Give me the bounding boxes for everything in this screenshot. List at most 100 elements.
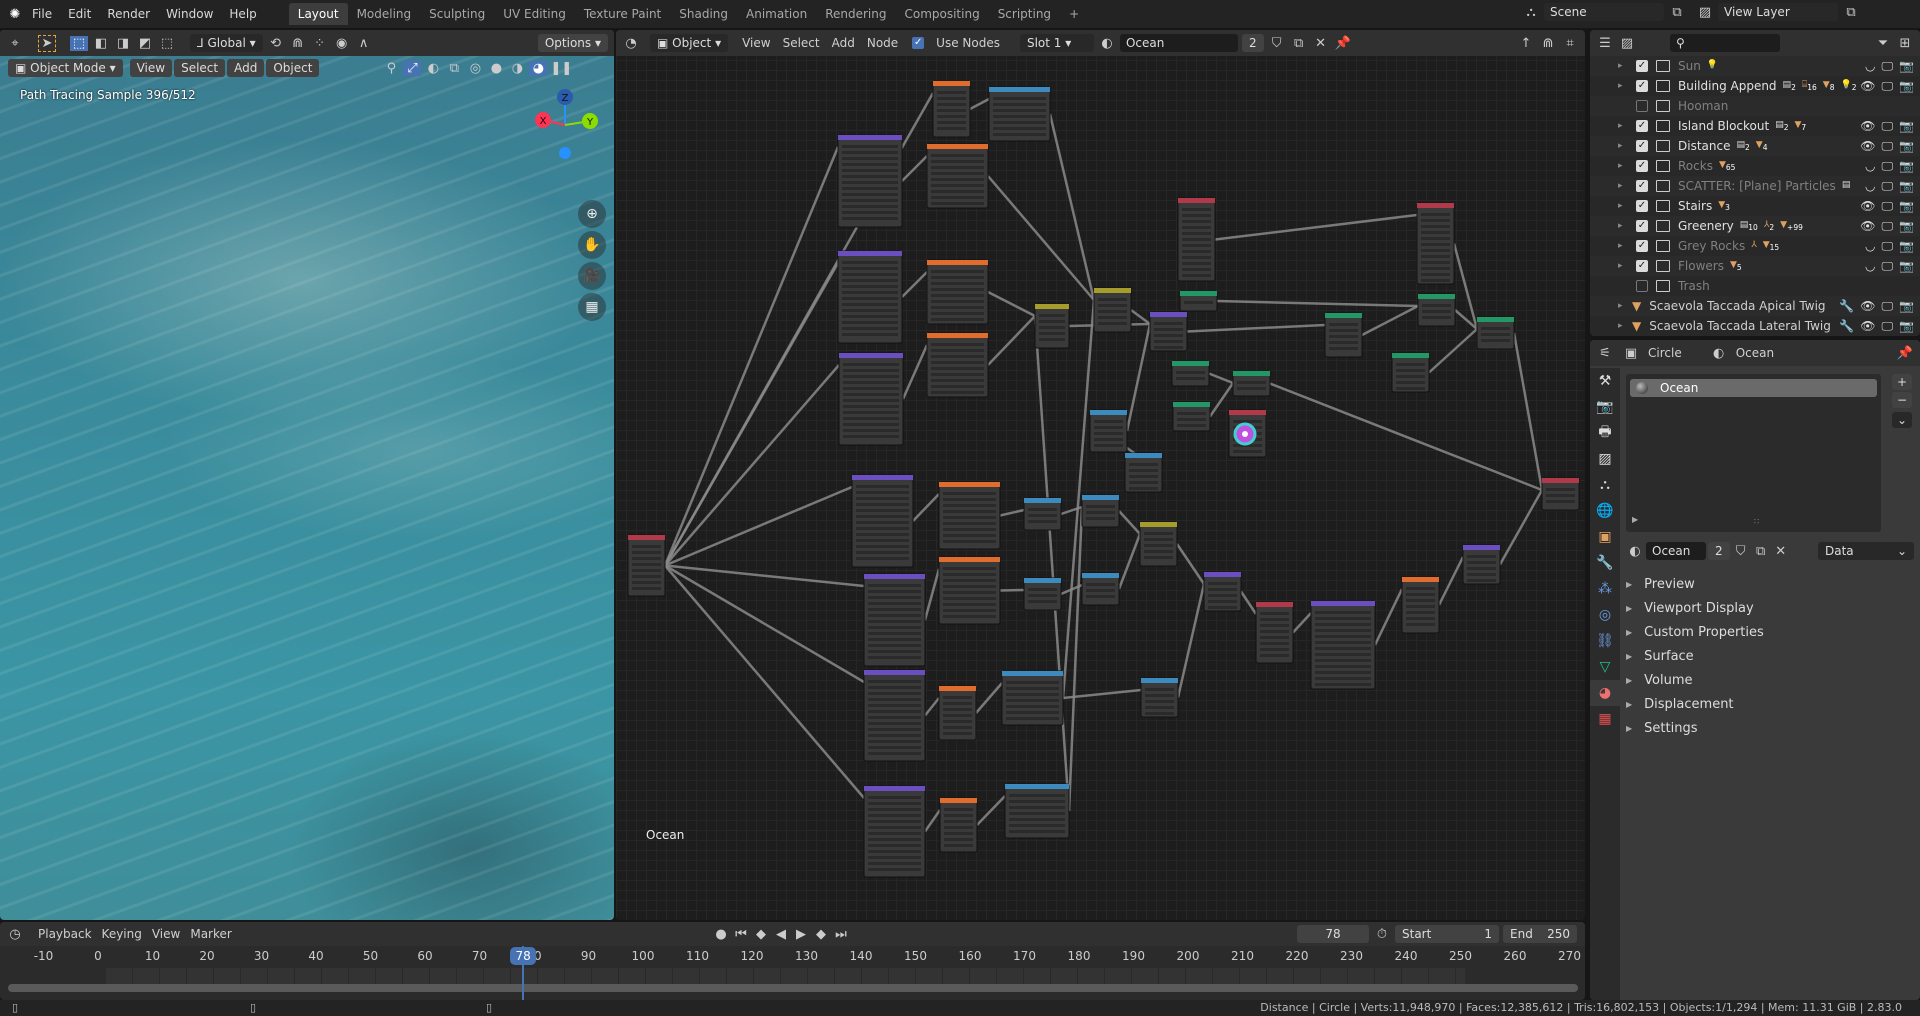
node[interactable] — [1139, 521, 1178, 567]
blender-logo-icon[interactable]: ✺ — [6, 7, 24, 22]
select-intersect-icon[interactable]: ⬚ — [158, 36, 176, 51]
node[interactable] — [863, 785, 926, 878]
viewport-display-icon[interactable]: 🖵 — [1881, 139, 1893, 154]
select-extend-icon[interactable]: ◧ — [92, 36, 110, 51]
eye-icon[interactable]: 👁 — [1860, 219, 1875, 234]
new-scene-icon[interactable]: ⧉ — [1668, 5, 1686, 20]
add-slot-button[interactable]: + — [1892, 374, 1913, 390]
node-header[interactable] — [1229, 410, 1266, 415]
collection-icon[interactable]: ▤2 — [1736, 140, 1749, 152]
editor-type-icon[interactable]: ◔ — [622, 36, 640, 51]
collection-name[interactable]: Distance — [1678, 139, 1730, 153]
node-header[interactable] — [927, 260, 988, 265]
node-header[interactable] — [939, 686, 976, 691]
node-header[interactable] — [1140, 522, 1177, 527]
render-camera-icon[interactable]: 📷 — [1899, 239, 1914, 254]
exclude-checkbox[interactable]: ✓ — [1636, 160, 1648, 172]
outliner-row[interactable]: ▸ ✓ Stairs ▼3 👁 🖵 📷 — [1590, 196, 1920, 216]
node[interactable] — [1324, 312, 1363, 358]
outliner-object-row[interactable]: ▸ ▼ Scaevola Taccada Apical Twig 🔧 👁 🖵 📷 — [1590, 296, 1920, 316]
node-header[interactable] — [1002, 671, 1063, 676]
expand-triangle-icon[interactable]: ▸ — [1618, 201, 1628, 211]
material-slot-item[interactable]: Ocean — [1630, 379, 1877, 397]
mode-dropdown[interactable]: ▣ Object Mode ▾ — [8, 59, 123, 77]
panel-settings[interactable]: ▶ Settings — [1616, 716, 1916, 740]
node-header[interactable] — [1233, 371, 1270, 376]
node-body[interactable] — [1462, 544, 1501, 585]
filter-icon[interactable]: ⏷ — [1874, 36, 1892, 51]
render-camera-icon[interactable]: 📷 — [1899, 199, 1914, 214]
exclude-checkbox[interactable]: ✓ — [1636, 220, 1648, 232]
panel-displacement[interactable]: ▶ Displacement — [1616, 692, 1916, 716]
jump-end-icon[interactable]: ⏭ — [832, 927, 850, 942]
menu-help[interactable]: Help — [221, 7, 264, 21]
node-header[interactable] — [939, 557, 1000, 562]
outliner-row[interactable]: ▸ ✓ Grey Rocks ⅄ ▼15 ◡ 🖵 📷 — [1590, 236, 1920, 256]
use-nodes-checkbox[interactable]: ✓ — [912, 37, 925, 49]
hidden-icon[interactable]: ◡ — [1865, 179, 1875, 194]
panel-preview[interactable]: ▶ Preview — [1616, 572, 1916, 596]
select-box-icon[interactable]: ⬚ — [70, 35, 88, 51]
pause-icon[interactable]: ❚❚ — [550, 61, 572, 76]
node-header[interactable] — [1418, 294, 1455, 299]
node[interactable] — [1172, 401, 1211, 432]
stopwatch-icon[interactable]: ⏱ — [1373, 927, 1391, 942]
collection-name[interactable]: Flowers — [1678, 259, 1724, 273]
node-header[interactable] — [1311, 601, 1375, 606]
node-header[interactable] — [1082, 573, 1119, 578]
panel-volume[interactable]: ▶ Volume — [1616, 668, 1916, 692]
node-header[interactable] — [864, 670, 925, 675]
select-tool-icon[interactable]: ➤ — [38, 34, 56, 52]
color-wheel-cursor[interactable] — [1242, 431, 1248, 437]
parent-node-tree-icon[interactable]: ↑ — [1517, 36, 1535, 51]
tab-texture-paint[interactable]: Texture Paint — [575, 3, 670, 25]
frame-ruler[interactable]: -100102030405060708090100110120130140150… — [0, 946, 1585, 966]
node[interactable] — [1232, 370, 1271, 397]
node[interactable] — [627, 534, 666, 597]
hidden-icon[interactable]: ◡ — [1865, 239, 1875, 254]
material-browse-icon[interactable]: ◐ — [1626, 544, 1644, 559]
scene-icon[interactable]: ⛬ — [1590, 472, 1620, 498]
material-browse-icon[interactable]: ◐ — [1098, 36, 1116, 51]
exclude-checkbox[interactable]: ✓ — [1636, 60, 1648, 72]
select-subtract-icon[interactable]: ◨ — [114, 36, 132, 51]
collection-name[interactable]: Sun — [1678, 59, 1701, 73]
timeline-scrollbar[interactable] — [8, 984, 1578, 992]
outliner-row[interactable]: ▸ ✓ Greenery ▤10 ⅄2 ▼+99 👁 🖵 📷 — [1590, 216, 1920, 236]
end-frame-field[interactable]: End 250 — [1503, 925, 1577, 943]
node[interactable] — [1081, 572, 1120, 606]
expand-triangle-icon[interactable]: ▸ — [1618, 161, 1628, 171]
add-workspace-button[interactable]: + — [1060, 3, 1088, 25]
tab-uv-editing[interactable]: UV Editing — [494, 3, 575, 25]
render-camera-icon[interactable]: 📷 — [1899, 119, 1914, 134]
unlink-icon[interactable]: ✕ — [1772, 544, 1790, 559]
expand-triangle-icon[interactable]: ▸ — [1618, 81, 1628, 91]
render-camera-icon[interactable]: 📷 — [1899, 299, 1914, 314]
viewport-display-icon[interactable]: 🖵 — [1881, 239, 1893, 254]
eye-icon[interactable]: 👁 — [1860, 119, 1875, 134]
node-header[interactable] — [933, 81, 970, 86]
expand-triangle-icon[interactable]: ▸ — [1618, 61, 1628, 71]
viewport-display-icon[interactable]: 🖵 — [1881, 179, 1893, 194]
viewport-display-icon[interactable]: 🖵 — [1881, 199, 1893, 214]
play-icon[interactable]: ▶ — [792, 927, 810, 942]
exclude-checkbox[interactable]: ✓ — [1636, 180, 1648, 192]
node-header[interactable] — [927, 333, 988, 338]
properties-editor[interactable]: ⚟ ▣ Circle ◐ Ocean 📌 ⚒ 📷 🖶 ▨ ⛬ 🌐 ▣ 🔧 ⁂ ◎ ⛓ ▽ ◕ ▦ Ocea… — [1590, 340, 1920, 1000]
collection-name[interactable]: Stairs — [1678, 199, 1712, 213]
timeline[interactable]: ◷ Playback Keying View Marker ● ⏮ ◆ ◀ ▶ ◆ ⏭… — [0, 922, 1585, 1000]
render-camera-icon[interactable]: 📷 — [1899, 59, 1914, 74]
node[interactable] — [838, 352, 904, 446]
node-header[interactable] — [1417, 203, 1454, 208]
panel-custom-properties[interactable]: ▶ Custom Properties — [1616, 620, 1916, 644]
timeline-menu-keying[interactable]: Keying — [102, 927, 142, 941]
falloff-icon[interactable]: ∧ — [355, 36, 373, 51]
new-view-layer-icon[interactable]: ⧉ — [1842, 5, 1860, 20]
scene-field[interactable]: Scene — [1544, 3, 1664, 21]
material-name-field[interactable]: Ocean — [1119, 34, 1238, 52]
node-header[interactable] — [1024, 498, 1061, 503]
node-header[interactable] — [1477, 317, 1514, 322]
viewport-display-icon[interactable]: 🖵 — [1881, 219, 1893, 234]
node[interactable] — [1004, 783, 1070, 839]
node[interactable] — [1179, 290, 1218, 312]
